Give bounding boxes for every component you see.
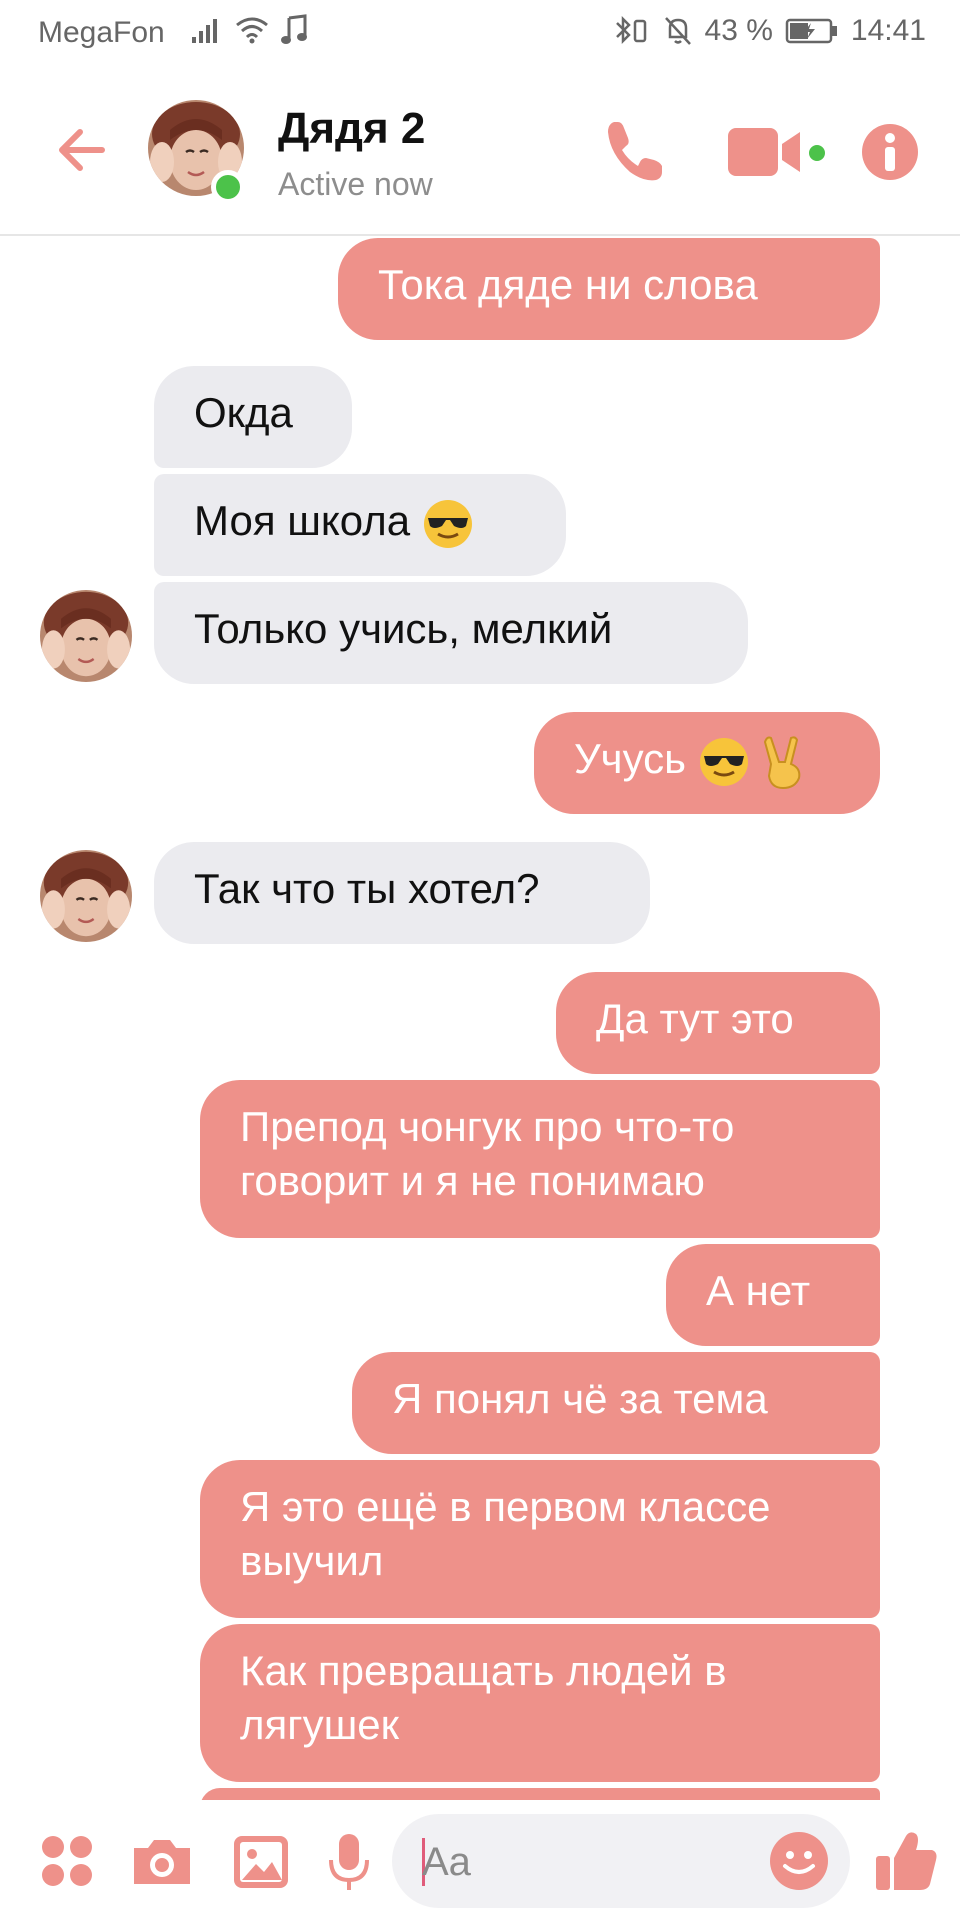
composer-bar: Aa [0, 1800, 960, 1920]
sunglasses-emoji-icon [423, 499, 472, 548]
message-incoming[interactable]: Только учись, мелкий [154, 582, 748, 684]
mute-bell-icon [664, 17, 691, 45]
message-outgoing[interactable]: Я понял чё за тема [352, 1352, 880, 1454]
contact-status: Active now [278, 166, 433, 202]
message-incoming[interactable]: Так что ты хотел? [154, 842, 650, 944]
signal-icon [192, 19, 217, 43]
sunglasses-emoji-icon [699, 737, 748, 786]
thumbs-up-icon[interactable] [874, 1828, 938, 1892]
info-icon[interactable] [860, 122, 920, 182]
phone-icon[interactable] [600, 116, 670, 186]
message-list[interactable]: Тока дяде ни слова Окда Моя школа Только… [0, 238, 960, 1800]
message-input-placeholder: Aa [422, 1840, 471, 1884]
video-camera-icon[interactable] [726, 124, 804, 180]
battery-percent: 43 % [704, 14, 773, 47]
battery-charging-icon [785, 18, 837, 44]
message-outgoing[interactable]: Учусь [534, 712, 880, 814]
music-note-icon [281, 14, 307, 44]
camera-icon[interactable] [130, 1836, 194, 1888]
contact-avatar-small[interactable] [40, 850, 132, 942]
more-apps-icon[interactable] [40, 1834, 94, 1888]
message-input[interactable]: Aa [392, 1814, 850, 1908]
message-incoming[interactable]: Моя школа [154, 474, 566, 576]
message-outgoing[interactable]: Да тут это [556, 972, 880, 1074]
contact-avatar-small[interactable] [40, 590, 132, 682]
victory-hand-emoji-icon [764, 736, 801, 789]
video-online-indicator [806, 142, 828, 164]
gallery-icon[interactable] [232, 1834, 290, 1890]
contact-name[interactable]: Дядя 2 [278, 104, 425, 154]
message-outgoing[interactable]: Препод чонгук про что-то говорит и я не … [200, 1080, 880, 1238]
message-outgoing-partial [200, 1788, 880, 1800]
wifi-icon [236, 17, 268, 44]
bluetooth-vibrate-icon [615, 15, 646, 45]
message-incoming[interactable]: Окда [154, 366, 352, 468]
message-outgoing[interactable]: Я это ещё в первом классе выучил [200, 1460, 880, 1618]
clock-time: 14:41 [850, 14, 926, 47]
chat-header: Дядя 2 Active now [0, 66, 960, 236]
status-bar: MegaFon 43 % 14:41 [0, 0, 960, 66]
message-outgoing[interactable]: А нет [666, 1244, 880, 1346]
microphone-icon[interactable] [326, 1832, 372, 1894]
message-outgoing[interactable]: Тока дяде ни слова [338, 238, 880, 340]
online-indicator [211, 170, 245, 204]
message-outgoing[interactable]: Как превращать людей в лягушек [200, 1624, 880, 1782]
back-arrow-icon[interactable] [52, 120, 112, 180]
emoji-icon[interactable] [768, 1830, 830, 1892]
carrier-name: MegaFon [38, 16, 165, 49]
